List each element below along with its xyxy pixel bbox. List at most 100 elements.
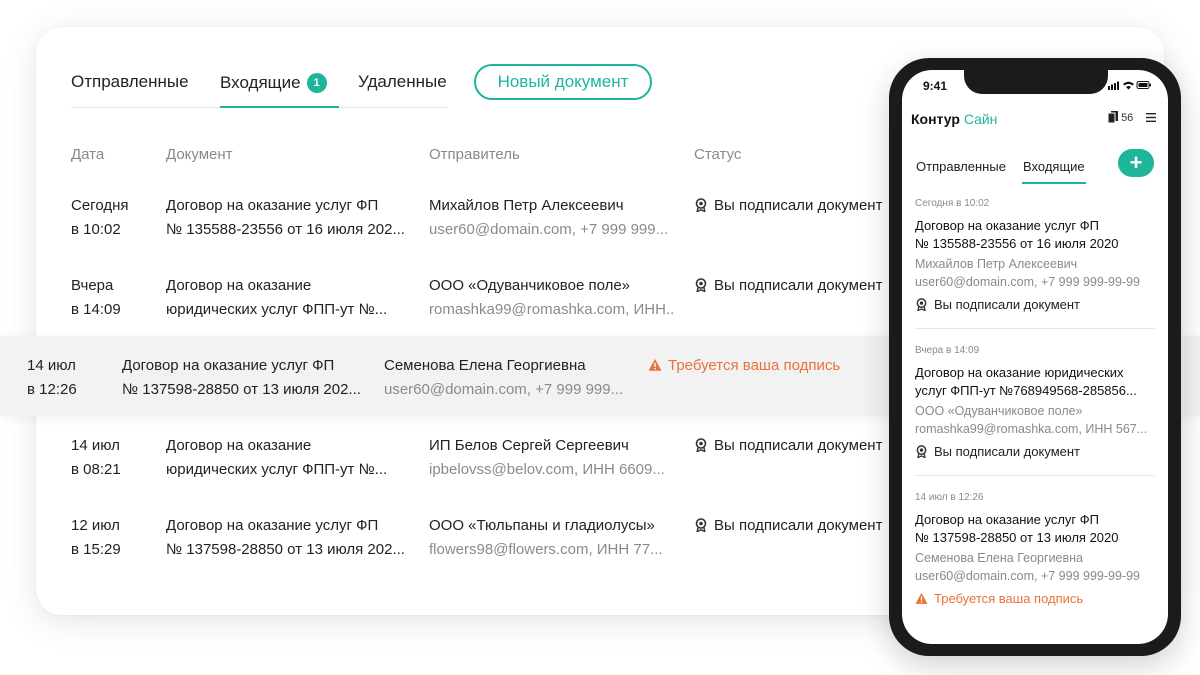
row-sender: ООО «Тюльпаны и гладиолусы» flowers98@fl… xyxy=(429,514,674,562)
inbox-count-badge: 1 xyxy=(306,72,327,93)
row-status-text: Вы подписали документ xyxy=(714,517,883,534)
warning-triangle-icon xyxy=(648,359,662,371)
row-document-number: № 135588-23556 от 16 июля 202... xyxy=(166,221,405,238)
item-document-title: Договор на оказание услуг ФП xyxy=(915,218,1099,233)
row-sender: ООО «Одуванчиковое поле» romashka99@roma… xyxy=(429,274,674,322)
row-status-text: Вы подписали документ xyxy=(714,197,883,214)
item-contact: romashka99@romashka.com, ИНН 567... xyxy=(915,422,1148,436)
status-bar-time: 9:41 xyxy=(923,79,948,93)
column-header-status: Статус xyxy=(694,146,742,163)
item-sender: Семенова Елена Георгиевна xyxy=(915,551,1083,565)
documents-count: 56 xyxy=(1121,112,1134,124)
signed-seal-icon xyxy=(695,278,707,292)
column-header-sender: Отправитель xyxy=(429,146,520,163)
row-date-time: в 10:02 xyxy=(71,221,121,238)
active-tab-underline xyxy=(220,106,339,108)
item-status: Вы подписали документ xyxy=(915,296,1155,314)
signed-seal-icon xyxy=(916,298,927,311)
row-date-day: 14 июл xyxy=(27,357,76,374)
row-date: Вчера в 14:09 xyxy=(71,274,161,322)
row-document-number: юридических услуг ФПП-ут №... xyxy=(166,301,388,318)
mobile-list-item[interactable]: Вчера в 14:09 Договор на оказание юридич… xyxy=(915,344,1155,461)
item-document-title: Договор на оказание юридических xyxy=(915,365,1124,380)
mobile-list-item[interactable]: 14 июл в 12:26 Договор на оказание услуг… xyxy=(915,491,1155,608)
signed-seal-icon xyxy=(695,198,707,212)
row-sender-contact: romashka99@romashka.com, ИНН... xyxy=(429,301,674,318)
column-header-document: Документ xyxy=(166,146,233,163)
row-status-text: Вы подписали документ xyxy=(714,277,883,294)
phone-notch xyxy=(964,70,1108,94)
logo-kontur: Контур xyxy=(911,111,960,127)
row-sender-name: ООО «Тюльпаны и гладиолусы» xyxy=(429,517,655,534)
row-status: Вы подписали документ xyxy=(694,194,882,218)
row-document[interactable]: Договор на оказание юридических услуг ФП… xyxy=(166,274,416,322)
row-status: Вы подписали документ xyxy=(694,514,882,538)
row-sender-contact: flowers98@flowers.com, ИНН 77... xyxy=(429,541,663,558)
item-document-number: № 137598-28850 от 13 июля 2020 xyxy=(915,530,1119,545)
item-status: Требуется ваша подпись xyxy=(915,590,1155,608)
list-divider xyxy=(915,328,1155,329)
row-document-number: № 137598-28850 от 13 июля 202... xyxy=(122,381,361,398)
row-date-day: Вчера xyxy=(71,277,114,294)
menu-icon[interactable] xyxy=(1146,113,1156,122)
item-document-number: № 135588-23556 от 16 июля 2020 xyxy=(915,236,1119,251)
row-date: 14 июл в 12:26 xyxy=(27,354,117,402)
item-status-text: Вы подписали документ xyxy=(934,444,1080,459)
row-date-time: в 08:21 xyxy=(71,461,121,478)
row-date-day: Сегодня xyxy=(71,197,129,214)
row-document-title: Договор на оказание услуг ФП xyxy=(122,357,335,374)
row-document-title: Договор на оказание xyxy=(166,277,312,294)
row-sender-contact: user60@domain.com, +7 999 999... xyxy=(429,221,669,238)
tab-inbox[interactable]: Входящие 1 xyxy=(220,72,327,93)
status-bar-icons xyxy=(1108,81,1151,90)
mobile-list-item[interactable]: Сегодня в 10:02 Договор на оказание услу… xyxy=(915,197,1155,314)
new-document-button[interactable]: Новый документ xyxy=(474,64,652,100)
row-date: 12 июл в 15:29 xyxy=(71,514,161,562)
tab-deleted[interactable]: Удаленные xyxy=(358,72,447,92)
row-sender-contact: ipbelovss@belov.com, ИНН 6609... xyxy=(429,461,665,478)
mobile-tab-sent[interactable]: Отправленные xyxy=(916,159,1006,174)
row-sender-name: ИП Белов Сергей Сергеевич xyxy=(429,437,629,454)
item-contact: user60@domain.com, +7 999 999-99-99 xyxy=(915,569,1140,583)
mobile-tab-inbox[interactable]: Входящие xyxy=(1023,159,1085,174)
row-sender: ИП Белов Сергей Сергеевич ipbelovss@belo… xyxy=(429,434,674,482)
row-document-title: Договор на оказание услуг ФП xyxy=(166,197,379,214)
row-sender: Михайлов Петр Алексеевич user60@domain.c… xyxy=(429,194,674,242)
add-document-button[interactable]: + xyxy=(1118,149,1154,177)
signed-seal-icon xyxy=(695,438,707,452)
row-status: Вы подписали документ xyxy=(694,274,882,298)
row-sender-name: ООО «Одуванчиковое поле» xyxy=(429,277,631,294)
desktop-tabs: Отправленные Входящие 1 Удаленные xyxy=(71,62,448,108)
documents-icon xyxy=(1107,111,1118,124)
tab-sent[interactable]: Отправленные xyxy=(71,72,189,92)
item-document-title: Договор на оказание услуг ФП xyxy=(915,512,1099,527)
documents-counter[interactable]: 56 xyxy=(1107,111,1134,124)
row-document[interactable]: Договор на оказание услуг ФП № 135588-23… xyxy=(166,194,416,242)
item-date: Вчера в 14:09 xyxy=(915,345,980,356)
row-document[interactable]: Договор на оказание услуг ФП № 137598-28… xyxy=(122,354,372,402)
item-status: Вы подписали документ xyxy=(915,443,1155,461)
row-status-text: Вы подписали документ xyxy=(714,437,883,454)
signed-seal-icon xyxy=(916,445,927,458)
item-sender: Михайлов Петр Алексеевич xyxy=(915,257,1078,271)
item-document-number: услуг ФПП-ут №768949568-285856... xyxy=(915,383,1137,398)
row-date-time: в 15:29 xyxy=(71,541,121,558)
column-header-date: Дата xyxy=(71,146,105,163)
row-date: Сегодня в 10:02 xyxy=(71,194,161,242)
row-document-title: Договор на оказание услуг ФП xyxy=(166,517,379,534)
row-date-time: в 14:09 xyxy=(71,301,121,318)
row-sender-name: Михайлов Петр Алексеевич xyxy=(429,197,624,214)
item-contact: user60@domain.com, +7 999 999-99-99 xyxy=(915,275,1140,289)
row-status: Требуется ваша подпись xyxy=(648,354,840,378)
row-status-text: Требуется ваша подпись xyxy=(668,357,841,374)
list-divider xyxy=(915,475,1155,476)
row-document[interactable]: Договор на оказание услуг ФП № 137598-28… xyxy=(166,514,416,562)
row-document[interactable]: Договор на оказание юридических услуг ФП… xyxy=(166,434,416,482)
row-sender-contact: user60@domain.com, +7 999 999... xyxy=(384,381,624,398)
row-date-time: в 12:26 xyxy=(27,381,77,398)
item-sender: ООО «Одуванчиковое поле» xyxy=(915,404,1083,418)
item-date: 14 июл в 12:26 xyxy=(915,492,984,503)
item-date: Сегодня в 10:02 xyxy=(915,198,990,209)
row-status: Вы подписали документ xyxy=(694,434,882,458)
tab-inbox-label: Входящие xyxy=(220,72,301,92)
